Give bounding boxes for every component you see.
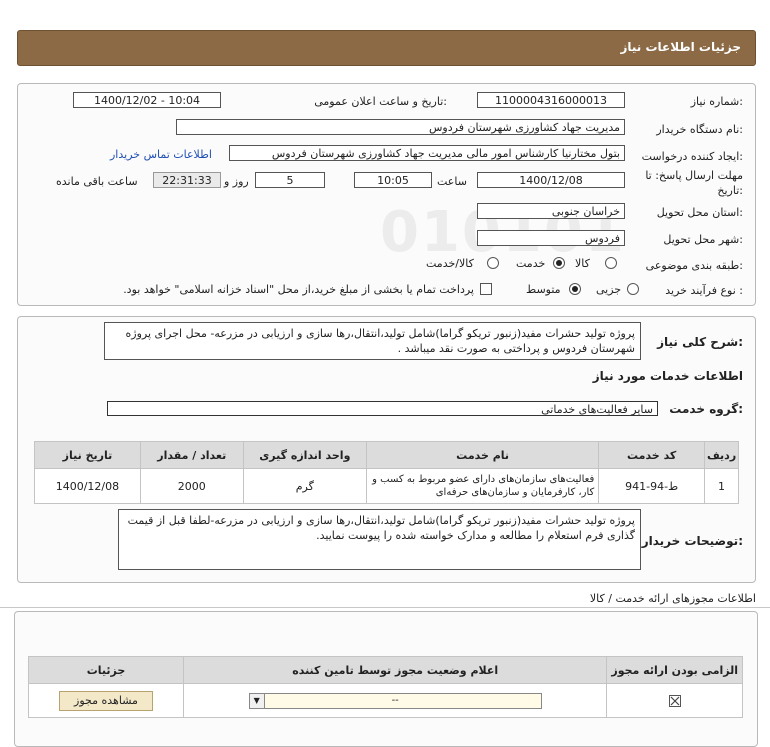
buyer-contact-link[interactable]: اطلاعات تماس خریدار — [110, 148, 212, 161]
permit-required-checkbox — [668, 695, 681, 707]
purchase-option-medium: متوسط — [526, 283, 561, 296]
remaining-time-field: 22:31:33 — [153, 172, 221, 188]
purchase-type-label: نوع فرآیند خرید : — [665, 284, 743, 297]
announce-datetime-label: تاریخ و ساعت اعلان عمومی: — [314, 95, 447, 108]
delivery-province-field: خراسان جنوبی — [477, 203, 625, 219]
remaining-time-label: ساعت باقی مانده — [56, 175, 138, 188]
announce-datetime-field: 1400/12/02 - 10:04 — [73, 92, 221, 108]
buyer-org-field: مدیریت جهاد کشاورزی شهرستان فردوس — [176, 119, 625, 135]
treasury-payment-note: پرداخت تمام یا بخشی از مبلغ خرید،از محل … — [123, 283, 474, 296]
deadline-label-line1: مهلت ارسال پاسخ: تا — [645, 169, 743, 182]
permit-required-cell — [606, 683, 743, 718]
deadline-time-field: 10:05 — [354, 172, 432, 188]
col-permit-details: جزئیات — [28, 656, 184, 684]
deadline-label-line2: تاریخ: — [717, 184, 743, 197]
purchase-option-minor: جزیی — [596, 283, 622, 296]
col-permit-required: الزامی بودن ارائه مجوز — [606, 656, 743, 684]
col-row: ردیف — [704, 441, 739, 469]
requester-label: ایجاد کننده درخواست: — [641, 150, 743, 163]
permits-section-title: اطلاعات مجوزهای ارائه خدمت / کالا — [589, 592, 756, 605]
purchase-radio-minor[interactable] — [627, 283, 639, 295]
category-option-goods: کالا — [575, 257, 590, 270]
deadline-date-field: 1400/12/08 — [477, 172, 625, 188]
delivery-province-label: استان محل تحویل: — [656, 206, 743, 219]
cell-unit: گرم — [242, 468, 367, 504]
need-number-label: شماره نیاز: — [690, 95, 743, 108]
permit-status-select[interactable]: -- ▼ — [248, 692, 542, 709]
table-row: 1 ط-94-941 فعالیت‌های سازمان‌های دارای ع… — [34, 468, 739, 504]
permits-divider — [0, 607, 770, 608]
cell-row: 1 — [704, 468, 739, 504]
permits-table: الزامی بودن ارائه مجوز اعلام وضعیت مجوز … — [28, 656, 743, 718]
buyer-notes-label: توضیحات خریدار: — [641, 534, 743, 548]
col-code: کد خدمت — [598, 441, 706, 469]
permit-details-cell: مشاهده مجوز — [28, 683, 184, 718]
services-table: ردیف کد خدمت نام خدمت واحد اندازه گیری ت… — [34, 441, 739, 504]
chevron-down-icon[interactable]: ▼ — [249, 693, 265, 708]
page-header: جزئیات اطلاعات نیاز — [17, 30, 756, 66]
deadline-time-label: ساعت — [437, 175, 467, 188]
deadline-days-field: 5 — [255, 172, 325, 188]
category-radio-service[interactable] — [553, 257, 565, 269]
purchase-radio-medium[interactable] — [569, 283, 581, 295]
col-unit: واحد اندازه گیری — [242, 441, 367, 469]
category-radio-goods-service[interactable] — [487, 257, 499, 269]
col-qty: تعداد / مقدار — [139, 441, 244, 469]
cell-name: فعالیت‌های سازمان‌های دارای عضو مربوط به… — [365, 468, 600, 504]
col-name: نام خدمت — [365, 441, 600, 469]
delivery-city-field: فردوس — [477, 230, 625, 246]
page-title: جزئیات اطلاعات نیاز — [620, 40, 741, 54]
cell-code: ط-94-941 — [598, 468, 706, 504]
category-option-goods-service: کالا/خدمت — [426, 257, 474, 270]
treasury-payment-checkbox[interactable] — [480, 283, 492, 295]
need-number-field: 1100004316000013 — [477, 92, 625, 108]
deadline-days-label: روز و — [224, 175, 249, 188]
permit-status-cell: -- ▼ — [182, 683, 608, 718]
buyer-org-label: نام دستگاه خریدار: — [656, 123, 743, 136]
cell-qty: 2000 — [139, 468, 244, 504]
summary-label: شرح کلی نیاز: — [657, 335, 743, 349]
category-option-service: خدمت — [516, 257, 546, 270]
details-panel — [17, 83, 756, 306]
buyer-notes-text: پروژه تولید حشرات مفید(زنبور تریکو گراما… — [118, 509, 641, 570]
view-permit-button[interactable]: مشاهده مجوز — [58, 690, 153, 711]
permits-table-header: الزامی بودن ارائه مجوز اعلام وضعیت مجوز … — [28, 656, 743, 684]
services-section-title: اطلاعات خدمات مورد نیاز — [592, 369, 743, 383]
service-group-label: گروه خدمت: — [669, 402, 743, 416]
summary-text: پروژه تولید حشرات مفید(زنبور تریکو گراما… — [104, 322, 641, 360]
services-table-header: ردیف کد خدمت نام خدمت واحد اندازه گیری ت… — [34, 441, 739, 469]
requester-field: بتول مختارنیا کارشناس امور مالی مدیریت ج… — [229, 145, 625, 161]
service-group-field: سایر فعالیت‌های خدماتی — [107, 401, 658, 416]
category-radio-goods[interactable] — [605, 257, 617, 269]
cross-icon — [670, 696, 680, 706]
permit-row: -- ▼ مشاهده مجوز — [28, 683, 743, 718]
cell-date: 1400/12/08 — [34, 468, 141, 504]
delivery-city-label: شهر محل تحویل: — [663, 233, 743, 246]
permit-status-value: -- — [391, 694, 399, 706]
category-label: طبقه بندی موضوعی: — [645, 259, 743, 272]
col-permit-status: اعلام وضعیت مجوز توسط تامین کننده — [182, 656, 608, 684]
col-date: تاریخ نیاز — [34, 441, 141, 469]
